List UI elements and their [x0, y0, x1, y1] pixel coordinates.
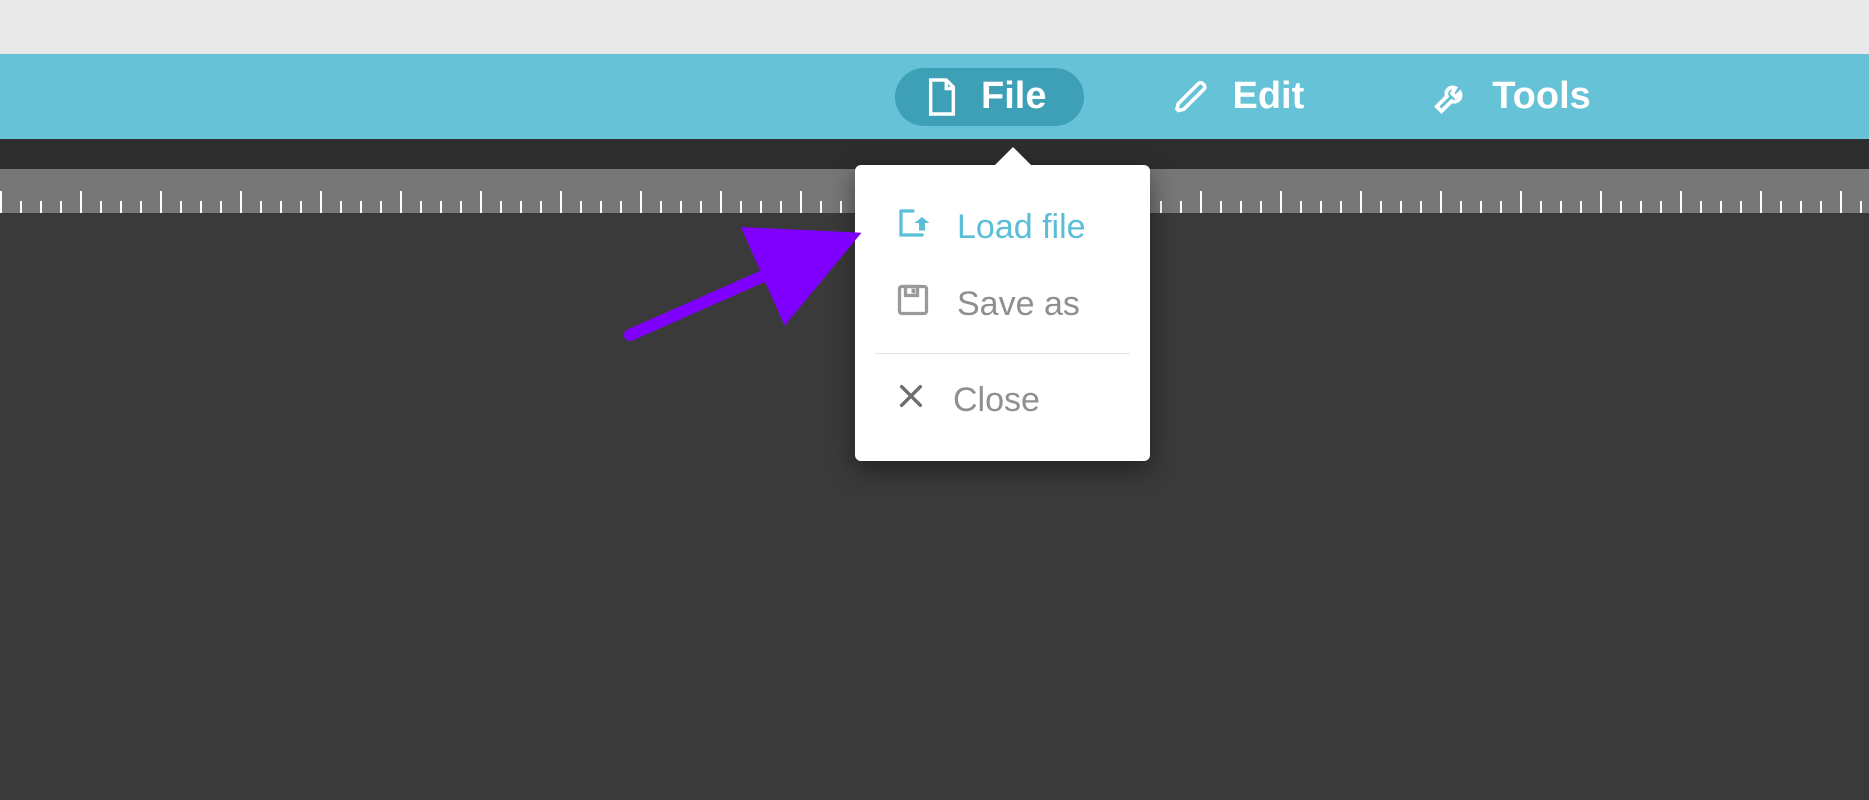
tools-menu-button[interactable]: Tools — [1402, 68, 1629, 126]
file-menu-button[interactable]: File — [895, 68, 1084, 126]
tools-menu-label: Tools — [1492, 75, 1591, 118]
app-toolbar: File Edit Tools — [0, 54, 1869, 139]
edit-menu-button[interactable]: Edit — [1144, 68, 1342, 126]
save-as-item[interactable]: Save as — [855, 266, 1150, 343]
close-label: Close — [953, 381, 1040, 420]
file-dropdown: Load file Save as Close — [855, 165, 1150, 461]
pencil-icon — [1174, 79, 1210, 115]
save-as-label: Save as — [957, 285, 1080, 324]
dropdown-separator — [875, 353, 1130, 354]
wrench-icon — [1432, 78, 1470, 116]
file-menu-label: File — [981, 75, 1046, 118]
browser-chrome-bar — [0, 0, 1869, 54]
load-file-icon — [895, 205, 931, 250]
load-file-item[interactable]: Load file — [855, 189, 1150, 266]
load-file-label: Load file — [957, 208, 1086, 247]
edit-menu-label: Edit — [1232, 75, 1304, 118]
close-icon — [895, 380, 927, 421]
close-item[interactable]: Close — [855, 364, 1150, 437]
file-icon — [925, 77, 959, 117]
save-icon — [895, 282, 931, 327]
